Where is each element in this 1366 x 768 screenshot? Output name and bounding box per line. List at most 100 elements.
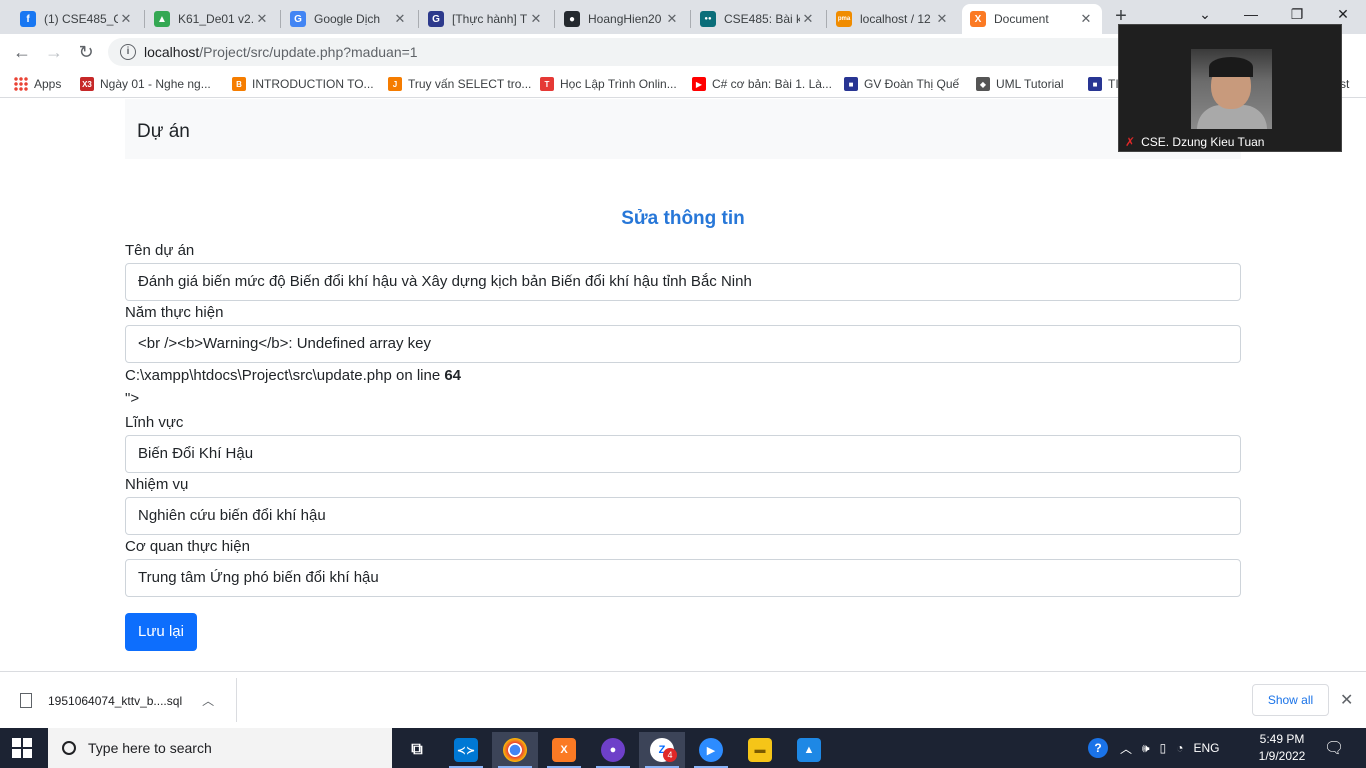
year-label: Năm thực hiện — [125, 304, 224, 321]
bookmark-item[interactable]: ■ TI — [1088, 75, 1119, 93]
x3-icon: X3 — [80, 77, 94, 91]
file-explorer-icon[interactable]: ▬ — [737, 732, 783, 768]
system-tray: ? ︿ 🕪 ▯ ◔ ENG — [1088, 728, 1219, 768]
vscode-icon[interactable]: ≺≻ — [443, 732, 489, 768]
clock-time: 5:49 PM — [1259, 732, 1305, 746]
clock[interactable]: 5:49 PM 1/9/2022 — [1252, 731, 1312, 765]
bookmark-label: Truy vấn SELECT tro... — [408, 77, 532, 91]
tab-xampp[interactable]: X Document ✕ — [962, 4, 1102, 34]
loop-icon: ●● — [700, 11, 716, 27]
task-input[interactable]: Nghiên cứu biến đổi khí hậu — [125, 497, 1241, 535]
google-translate-icon: G — [290, 11, 306, 27]
j-icon: J — [388, 77, 402, 91]
tab-title: localhost / 12 — [860, 12, 931, 26]
address-bar[interactable]: i localhost/Project/src/update.php?madua… — [108, 38, 1168, 66]
github-desktop-icon[interactable]: ● — [590, 732, 636, 768]
close-tab-icon[interactable]: ✕ — [934, 11, 950, 27]
close-tab-icon[interactable]: ✕ — [664, 11, 680, 27]
t-icon: T — [540, 77, 554, 91]
tlu-icon: ■ — [844, 77, 858, 91]
tab-facebook[interactable]: f (1) CSE485_Cô✕ — [12, 4, 142, 34]
tab-separator — [554, 10, 555, 28]
tab-separator — [144, 10, 145, 28]
bookmark-item[interactable]: ■ GV Đoàn Thị Quế — [844, 75, 959, 93]
zalo-icon[interactable]: Z 4 — [639, 732, 685, 768]
forward-icon[interactable]: → — [42, 40, 66, 64]
tab-separator — [826, 10, 827, 28]
reload-icon[interactable]: ↻ — [74, 40, 98, 64]
tab-google-drive[interactable]: ▲ K61_De01 v2. ✕ — [146, 4, 278, 34]
close-icon[interactable]: ✕ — [1340, 690, 1353, 710]
uml-icon: ◆ — [976, 77, 990, 91]
bookmark-item[interactable]: ▶ C# cơ bản: Bài 1. Là... — [692, 75, 832, 93]
taskbar-search[interactable]: Type here to search — [48, 728, 392, 768]
photos-icon[interactable]: ▲ — [786, 732, 832, 768]
bookmark-item[interactable]: Apps — [14, 75, 61, 93]
xampp-icon[interactable]: X — [541, 732, 587, 768]
windows-start-icon[interactable] — [12, 738, 32, 758]
tab-loop[interactable]: ●● CSE485: Bài k ✕ — [692, 4, 824, 34]
zoom-icon[interactable]: ▶ — [688, 732, 734, 768]
close-tab-icon[interactable]: ✕ — [800, 11, 816, 27]
language-indicator[interactable]: ENG — [1193, 741, 1219, 755]
back-icon[interactable]: ← — [10, 40, 34, 64]
battery-icon[interactable]: ▯ — [1160, 741, 1167, 755]
close-tab-icon[interactable]: ✕ — [118, 11, 134, 27]
bookmark-item[interactable]: J Truy vấn SELECT tro... — [388, 75, 531, 93]
tab-phpmyadmin[interactable]: pma localhost / 12 ✕ — [828, 4, 958, 34]
participant-hair — [1209, 57, 1253, 77]
show-all-button[interactable]: Show all — [1252, 684, 1329, 716]
facebook-icon: f — [20, 11, 36, 27]
tab-site-g[interactable]: G [Thực hành] T ✕ — [420, 4, 552, 34]
tab-github[interactable]: ● HoangHien20 ✕ — [556, 4, 688, 34]
close-tab-icon[interactable]: ✕ — [1078, 11, 1094, 27]
phpmyadmin-icon: pma — [836, 11, 852, 27]
chevron-up-icon[interactable]: ︿ — [202, 692, 214, 709]
download-bar: 1951064074_kttv_b....sql ︿ Show all ✕ — [0, 671, 1366, 728]
close-tab-icon[interactable]: ✕ — [254, 11, 270, 27]
new-tab-button[interactable]: + — [1111, 6, 1131, 26]
agency-input[interactable]: Trung tâm Ứng phó biến đổi khí hậu — [125, 559, 1241, 597]
site-info-icon[interactable]: i — [120, 44, 136, 60]
tab-separator — [690, 10, 691, 28]
apps-grid-icon — [14, 77, 28, 91]
network-icon[interactable]: ◔ — [1176, 741, 1183, 755]
bookmark-item[interactable]: X3 Ngày 01 - Nghe ng... — [80, 75, 211, 93]
notification-icon[interactable]: 🗨 — [1324, 728, 1344, 768]
clock-date: 1/9/2022 — [1258, 749, 1306, 763]
url-text[interactable]: localhost/Project/src/update.php?maduan=… — [144, 44, 418, 60]
bookmark-label: INTRODUCTION TO... — [252, 77, 374, 91]
chevron-up-icon[interactable]: ︿ — [1120, 740, 1132, 757]
php-warning-tail: "> — [125, 390, 140, 407]
help-icon[interactable]: ? — [1088, 738, 1108, 758]
chrome-icon[interactable] — [492, 732, 538, 768]
youtube-icon: ▶ — [692, 77, 706, 91]
tab-google-translate[interactable]: G Google Dịch ✕ — [282, 4, 416, 34]
close-tab-icon[interactable]: ✕ — [528, 11, 544, 27]
task-view-icon[interactable]: ⧉ — [394, 732, 440, 768]
tab-separator — [418, 10, 419, 28]
download-item[interactable]: 1951064074_kttv_b....sql ︿ — [20, 692, 214, 709]
bookmark-label: UML Tutorial — [996, 77, 1064, 91]
bookmark-label: C# cơ bản: Bài 1. Là... — [712, 77, 832, 91]
volume-icon[interactable]: 🕪 — [1142, 741, 1150, 756]
search-icon — [62, 741, 76, 755]
task-label: Nhiệm vụ — [125, 476, 189, 493]
taskbar: Type here to search ⧉ ≺≻ X ● Z 4 ▶ ▬ ▲ ?… — [0, 728, 1366, 768]
bookmark-item[interactable]: B INTRODUCTION TO... — [232, 75, 374, 93]
field-input[interactable]: Biến Đổi Khí Hậu — [125, 435, 1241, 473]
site-g-icon: G — [428, 11, 444, 27]
participant-video — [1191, 49, 1272, 129]
project-name-input[interactable]: Đánh giá biến mức độ Biến đổi khí hậu và… — [125, 263, 1241, 301]
agency-label: Cơ quan thực hiện — [125, 538, 250, 555]
navbar-brand[interactable]: Dự án — [137, 121, 190, 143]
close-tab-icon[interactable]: ✕ — [392, 11, 408, 27]
video-call-overlay[interactable]: ✗ CSE. Dzung Kieu Tuan — [1118, 24, 1342, 152]
save-button[interactable]: Lưu lại — [125, 613, 197, 651]
bookmark-item[interactable]: ◆ UML Tutorial — [976, 75, 1064, 93]
bookmark-label: GV Đoàn Thị Quế — [864, 77, 960, 91]
tab-title: HoangHien20 — [588, 12, 662, 26]
bookmark-item[interactable]: T Học Lập Trình Onlin... — [540, 75, 677, 93]
year-input[interactable]: <br /><b>Warning</b>: Undefined array ke… — [125, 325, 1241, 363]
navbar: Dự án — [125, 99, 1241, 159]
